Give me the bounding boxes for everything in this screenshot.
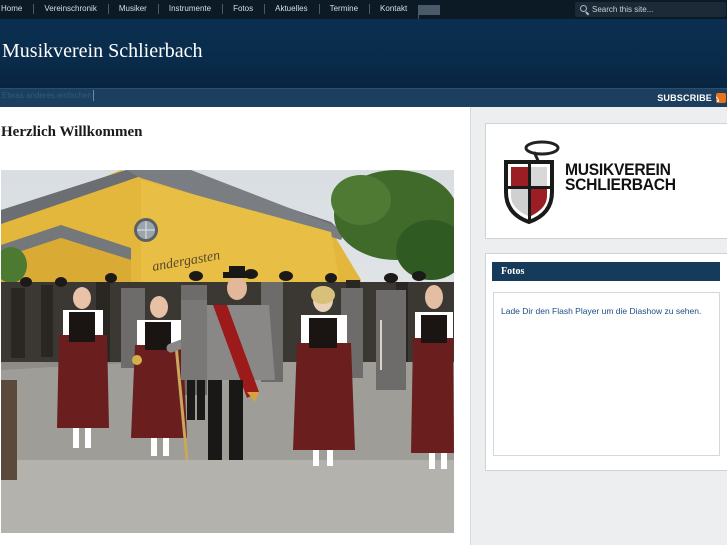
subscribe-bar: Etwas anderes einfachen SUBSCRIBE [0,88,727,107]
search-box [575,2,726,17]
logo-line-2: SCHLIERBACH [565,175,676,194]
nav-item-home[interactable]: Home [0,0,33,19]
flash-message: Lade Dir den Flash Player um die Diashow… [501,306,701,316]
nav-divider [418,4,441,19]
search-icon[interactable] [578,3,592,17]
nav-item-kontakt[interactable]: Kontakt [369,0,418,19]
site-header: Musikverein Schlierbach [0,19,727,88]
fotos-widget: Fotos Lade Dir den Flash Player um die D… [485,253,727,471]
shield-logo-icon [504,140,560,225]
main-content: Herzlich Willkommen andergasten [0,107,470,545]
page-heading: Herzlich Willkommen [1,124,143,140]
nav-item-aktuelles[interactable]: Aktuelles [264,0,318,19]
nav-item-vereinschronik[interactable]: Vereinschronik [33,0,107,19]
band-photo: andergasten [1,170,454,533]
nav-item-fotos[interactable]: Fotos [222,0,264,19]
slideshow-frame: Lade Dir den Flash Player um die Diashow… [493,292,720,456]
nav-item-musiker[interactable]: Musiker [107,0,158,19]
nav-item-instrumente[interactable]: Instrumente [157,0,222,19]
search-input[interactable] [592,5,722,14]
top-navigation: Home Vereinschronik Musiker Instrumente … [0,0,727,19]
logo-text: MUSIKVEREIN SCHLIERBACH [565,161,676,194]
subscribe-link[interactable]: SUBSCRIBE [657,93,712,103]
nav-item-termine[interactable]: Termine [318,0,369,19]
logo-widget: MUSIKVEREIN SCHLIERBACH [485,123,727,239]
site-title[interactable]: Musikverein Schlierbach [2,40,203,63]
rss-icon[interactable] [716,93,726,103]
flash-message-rest: um die Diashow zu sehen. [599,306,702,316]
flash-player-link[interactable]: Lade Dir den Flash Player [501,306,599,316]
fotos-widget-title: Fotos [492,262,720,281]
site-tagline: Etwas anderes einfachen [2,90,94,101]
sidebar: MUSIKVEREIN SCHLIERBACH Fotos Lade Dir d… [470,107,727,545]
